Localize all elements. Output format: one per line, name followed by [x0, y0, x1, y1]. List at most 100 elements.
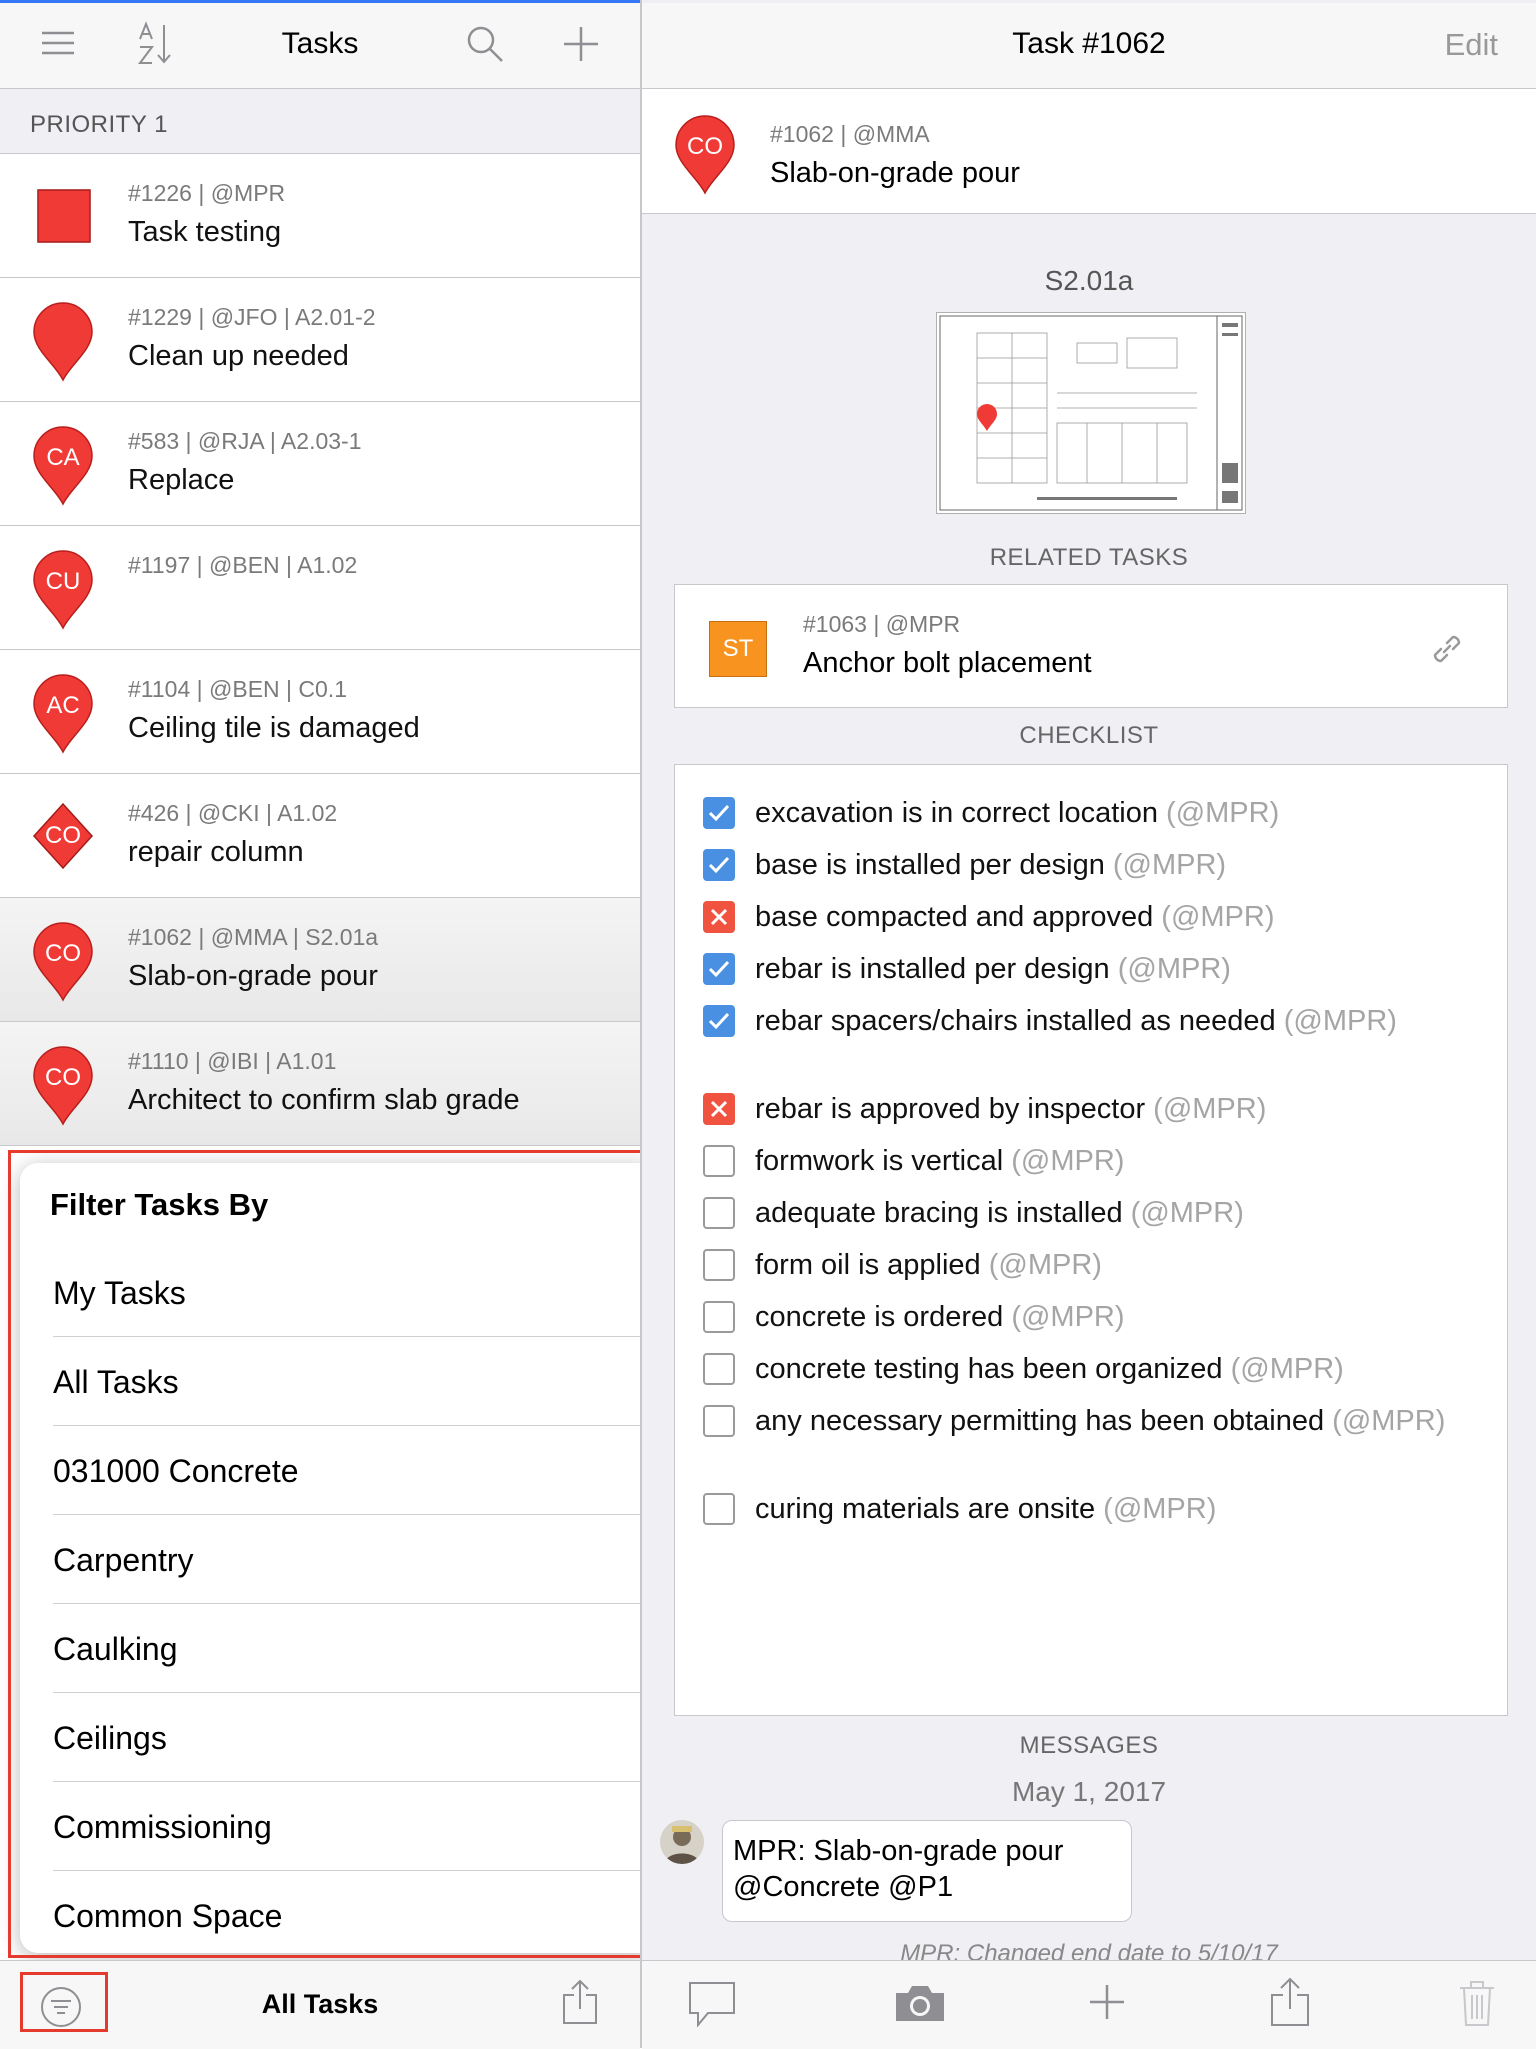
checklist-item-label: base is installed per design: [755, 849, 1105, 881]
checkbox-checked-icon[interactable]: [703, 849, 735, 881]
checklist-item-label: form oil is applied: [755, 1249, 981, 1281]
checklist-item-label: excavation is in correct location: [755, 797, 1158, 829]
task-row[interactable]: CO #426 | @CKI | A1.02 repair column: [0, 774, 640, 898]
task-row[interactable]: #1229 | @JFO | A2.01-2 Clean up needed: [0, 278, 640, 402]
message-date: May 1, 2017: [1011, 1776, 1167, 1807]
task-meta: #1229 | @JFO | A2.01-2: [128, 304, 376, 330]
share-icon[interactable]: [1270, 1977, 1310, 2032]
checkbox-empty-icon[interactable]: [703, 1405, 735, 1437]
task-meta: #1104 | @BEN | C0.1: [128, 676, 347, 702]
task-meta: #1197 | @BEN | A1.02: [128, 552, 358, 578]
task-marker-code: CU: [45, 568, 81, 595]
checkbox-failed-icon[interactable]: [703, 901, 735, 933]
checkbox-empty-icon[interactable]: [703, 1145, 735, 1177]
checkbox-empty-icon[interactable]: [703, 1197, 735, 1229]
related-task-meta: #1063 | @MPR: [803, 611, 961, 637]
task-name: Ceiling tile is damaged: [128, 712, 420, 744]
task-marker-code: CO: [45, 1064, 81, 1091]
add-task-icon[interactable]: [562, 25, 600, 68]
share-icon[interactable]: [562, 1979, 598, 2030]
left-nav-title: Tasks: [281, 27, 359, 60]
task-name: Architect to confirm slab grade: [128, 1084, 520, 1116]
checklist-item-assignee: (@MPR): [988, 1249, 1102, 1281]
checkbox-checked-icon[interactable]: [703, 797, 735, 829]
checklist-item-assignee: (@MPR): [1230, 1353, 1344, 1385]
task-marker-code: AC: [46, 692, 80, 719]
task-marker-code: CA: [46, 444, 80, 471]
link-icon[interactable]: [1427, 629, 1467, 674]
task-meta: #583 | @RJA | A2.03-1: [128, 428, 362, 454]
related-task-name: Anchor bolt placement: [803, 647, 1092, 679]
task-name: Slab-on-grade pour: [770, 157, 1020, 189]
comment-icon[interactable]: [688, 1981, 736, 2032]
task-name: Clean up needed: [128, 340, 349, 372]
message-bubble[interactable]: MPR: Slab-on-grade pour @Concrete @P1: [722, 1820, 1132, 1922]
task-marker-code: CO: [45, 940, 81, 967]
task-meta: #1062 | @MMA | S2.01a: [128, 924, 379, 950]
checklist-item-label: base compacted and approved: [755, 901, 1154, 933]
task-row[interactable]: CA #583 | @RJA | A2.03-1 Replace: [0, 402, 640, 526]
checklist-item-label: concrete is ordered: [755, 1301, 1004, 1333]
search-icon[interactable]: [466, 25, 504, 68]
task-marker-pin: CU: [30, 548, 96, 630]
related-task-badge: ST: [709, 621, 767, 677]
related-tasks-caption: RELATED TASKS: [989, 544, 1189, 571]
task-row[interactable]: CU #1197 | @BEN | A1.02: [0, 526, 640, 650]
checklist-item-label: adequate bracing is installed: [755, 1197, 1123, 1229]
highlight-box-filter: [8, 1150, 658, 1958]
checkbox-empty-icon[interactable]: [703, 1249, 735, 1281]
checklist-item-text: curing materials are onsite (@MPR): [755, 1491, 1475, 1527]
sheet-thumbnail[interactable]: [936, 312, 1246, 514]
task-meta: #426 | @CKI | A1.02: [128, 800, 338, 826]
checklist-item-text: base is installed per design (@MPR): [755, 847, 1475, 883]
checklist-item-assignee: (@MPR): [1011, 1145, 1125, 1177]
task-detail-pane: Task #1062 Edit CO #1062 | @MMA Slab-on-…: [642, 0, 1536, 2049]
related-task-card[interactable]: ST #1063 | @MPR Anchor bolt placement: [674, 584, 1508, 708]
checklist-item-label: curing materials are onsite: [755, 1493, 1096, 1525]
right-toolbar: [642, 1960, 1536, 2049]
task-marker-pin: AC: [30, 672, 96, 754]
checklist-item-label: rebar spacers/chairs installed as needed: [755, 1005, 1276, 1037]
checklist-caption: CHECKLIST: [1019, 722, 1159, 749]
section-title: PRIORITY 1: [30, 111, 168, 138]
task-marker-pin: CA: [30, 424, 96, 506]
task-header: CO #1062 | @MMA Slab-on-grade pour: [642, 89, 1536, 214]
checklist-item-assignee: (@MPR): [1117, 953, 1231, 985]
task-row[interactable]: CO #1110 | @IBI | A1.01 Architect to confi…: [0, 1022, 640, 1146]
messages-caption: MESSAGES: [1019, 1732, 1159, 1759]
checkbox-checked-icon[interactable]: [703, 1005, 735, 1037]
checklist-item-assignee: (@MPR): [1112, 849, 1227, 881]
priority-section-header: PRIORITY 1: [0, 89, 640, 154]
trash-icon[interactable]: [1458, 1979, 1496, 2032]
checklist-item-text: form oil is applied (@MPR): [755, 1247, 1475, 1283]
task-row[interactable]: #1226 | @MPR Task testing: [0, 154, 640, 278]
task-marker-diamond: CO: [30, 796, 96, 878]
sheet-title: S2.01a: [1044, 265, 1134, 296]
task-row[interactable]: AC #1104 | @BEN | C0.1 Ceiling tile is dam…: [0, 650, 640, 774]
avatar: [660, 1820, 704, 1864]
add-icon[interactable]: [1088, 1983, 1126, 2026]
checklist-item-assignee: (@MPR): [1161, 901, 1275, 933]
checklist-item-text: adequate bracing is installed (@MPR): [755, 1195, 1475, 1231]
edit-button[interactable]: Edit: [1445, 27, 1498, 63]
checkbox-empty-icon[interactable]: [703, 1353, 735, 1385]
task-name: repair column: [128, 836, 304, 868]
checklist-item-text: formwork is vertical (@MPR): [755, 1143, 1475, 1179]
checklist-item-text: concrete is ordered (@MPR): [755, 1299, 1475, 1335]
task-detail-title: Task #1062: [1012, 27, 1166, 60]
checklist-item-assignee: (@MPR): [1153, 1093, 1267, 1125]
task-marker-code: CO: [45, 822, 81, 849]
checklist-item-text: base compacted and approved (@MPR): [755, 899, 1475, 935]
checklist-item-label: formwork is vertical: [755, 1145, 1004, 1177]
task-name: Task testing: [128, 216, 282, 248]
checkbox-empty-icon[interactable]: [703, 1493, 735, 1525]
checkbox-empty-icon[interactable]: [703, 1301, 735, 1333]
checkbox-failed-icon[interactable]: [703, 1093, 735, 1125]
checklist-item-label: any necessary permitting has been obtain…: [755, 1405, 1325, 1437]
checklist-item-text: concrete testing has been organized (@MP…: [755, 1351, 1475, 1387]
camera-icon[interactable]: [894, 1983, 946, 2028]
task-row[interactable]: CO #1062 | @MMA | S2.01a Slab-on-grade pou…: [0, 898, 640, 1022]
checkbox-checked-icon[interactable]: [703, 953, 735, 985]
task-meta: #1110 | @IBI | A1.01: [128, 1048, 337, 1074]
right-nav-bar: Task #1062 Edit: [642, 3, 1536, 89]
